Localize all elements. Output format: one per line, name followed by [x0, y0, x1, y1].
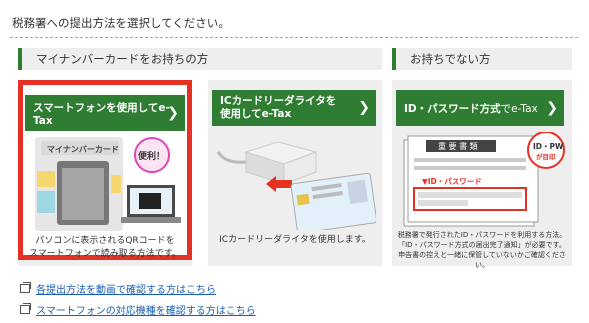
supported-devices-link[interactable]: スマートフォンの対応機種を確認する方はこちら: [36, 302, 256, 317]
button-label: スマートフォンを使用してe-Tax: [33, 101, 170, 127]
section-header-have-card: マイナンバーカードをお持ちの方: [18, 48, 382, 70]
section-label: マイナンバーカードをお持ちの方: [36, 52, 209, 66]
id-password-illustration: 重 要 書 類 ▼ID・パスワード ID・PW が目印: [403, 132, 565, 227]
page-title: 税務署への提出方法を選択してください。: [12, 16, 230, 30]
badge-line1: ID・PW: [533, 142, 564, 151]
doc-id-label: ▼ID・パスワード: [422, 176, 482, 186]
section-label: お持ちでない方: [410, 52, 491, 66]
link-row: スマートフォンの対応機種を確認する方はこちら: [20, 302, 256, 317]
video-guide-link[interactable]: 各提出方法を動画で確認する方はこちら: [36, 281, 216, 296]
section-bar: [18, 48, 22, 70]
option-description: パソコンに表示されるQRコードを スマートフォンで読み取る方法です。: [29, 236, 181, 259]
external-window-icon: [20, 303, 31, 314]
option-id-password-card[interactable]: ID・パスワード方式でe-Tax ❯ 重 要 書 類 ▼ID・パスワード ID・…: [392, 80, 572, 269]
id-password-etax-button[interactable]: ID・パスワード方式でe-Tax ❯: [396, 90, 564, 126]
option-description: 税務署で発行されたID・パスワードを利用する方法。 「ID・パスワード方式の届出…: [397, 231, 567, 269]
ic-reader-etax-button[interactable]: ICカードリーダライタを 使用してe-Tax ❯: [212, 90, 376, 126]
smartphone-etax-button[interactable]: スマートフォンを使用してe-Tax ❯: [25, 95, 185, 131]
badge-line2: が目印: [536, 152, 556, 161]
badge-text: 便利！: [138, 150, 165, 162]
help-links: 各提出方法を動画で確認する方はこちら スマートフォンの対応機種を確認する方はこち…: [20, 281, 256, 323]
option-smartphone-card[interactable]: スマートフォンを使用してe-Tax ❯ マイナンバーカード 便利！ パソコンに表…: [18, 80, 192, 266]
section-bar: [392, 48, 396, 70]
chevron-right-icon: ❯: [358, 99, 370, 116]
chevron-right-icon: ❯: [546, 100, 558, 116]
ic-reader-illustration: [216, 141, 376, 230]
section-header-no-card: お持ちでない方: [392, 48, 572, 70]
external-window-icon: [20, 282, 31, 293]
divider: [10, 37, 578, 38]
selected-frame: スマートフォンを使用してe-Tax ❯ マイナンバーカード 便利！ パソコンに表…: [18, 80, 192, 260]
link-row: 各提出方法を動画で確認する方はこちら: [20, 281, 256, 296]
doc-title: 重 要 書 類: [438, 141, 478, 151]
card-illus-text: マイナンバーカード: [47, 145, 119, 154]
button-label: ID・パスワード方式でe-Tax: [404, 102, 538, 115]
option-ic-reader-card[interactable]: ICカードリーダライタを 使用してe-Tax ❯ ICカードリーダライタを使用し…: [208, 80, 382, 266]
smartphone-illustration: マイナンバーカード 便利！: [35, 137, 181, 231]
chevron-right-icon: ❯: [167, 105, 179, 121]
option-description: ICカードリーダライタを使用します。: [219, 235, 371, 245]
